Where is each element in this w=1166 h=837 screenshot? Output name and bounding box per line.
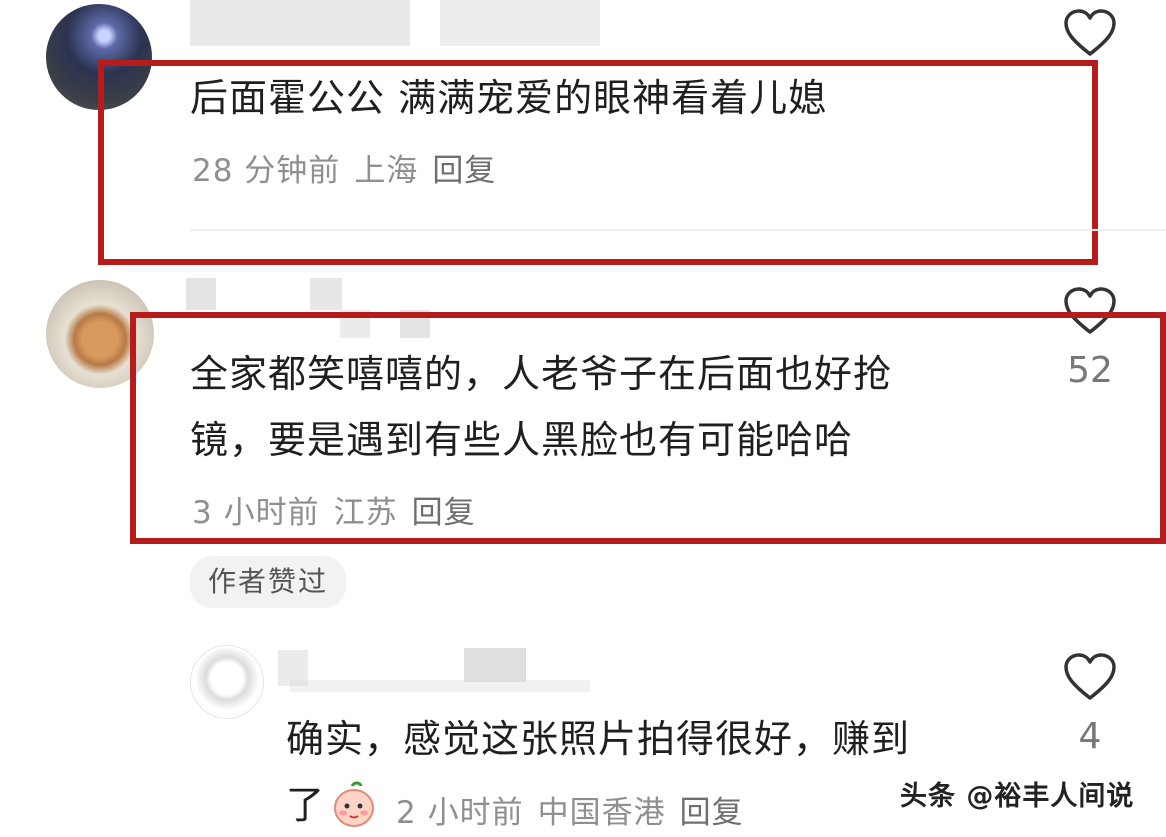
comment-location: 上海 — [354, 153, 419, 189]
comment-text-2-line2: 镜，要是遇到有些人黑脸也有可能哈哈 — [190, 418, 854, 462]
username-blurred-2b — [310, 278, 342, 310]
divider — [190, 229, 1166, 231]
blush-emoji-icon — [330, 780, 378, 828]
reply-text-line1: 确实，感觉这张照片拍得很好，赚到 — [286, 717, 911, 761]
comment-time: 28 分钟前 — [192, 153, 341, 189]
comment-text-1: 后面霍公公 满满宠爱的眼神看着儿媳 — [190, 76, 828, 120]
author-liked-badge: 作者赞过 — [190, 556, 347, 608]
comment-meta-1: 28 分钟前 上海 回复 — [192, 145, 510, 190]
avatar-user-3[interactable] — [190, 645, 264, 719]
reply-button[interactable]: 回复 — [412, 495, 476, 531]
like-heart-icon-3[interactable] — [1062, 652, 1118, 702]
comment-location: 江苏 — [333, 495, 398, 531]
reply-button[interactable]: 回复 — [432, 153, 496, 189]
like-count-3: 4 — [1078, 716, 1102, 757]
comment-text-2-line1: 全家都笑嘻嘻的，人老爷子在后面也好抢 — [190, 352, 893, 396]
username-blurred-3c — [290, 680, 590, 692]
watermark: 头条 @裕丰人间说 — [900, 781, 1135, 812]
username-blurred-2[interactable] — [186, 278, 216, 310]
like-heart-icon-1[interactable] — [1062, 8, 1118, 58]
reply-text-line2: 了 — [286, 783, 326, 827]
comment-time: 3 小时前 — [192, 495, 320, 531]
username-blurred-1[interactable] — [190, 0, 410, 46]
username-blurred-1b — [440, 0, 600, 46]
reply-meta: 2 小时前 中国香港 回复 — [396, 787, 758, 832]
username-blurred-3b — [464, 648, 526, 682]
comment-meta-2: 3 小时前 江苏 回复 — [192, 487, 490, 532]
